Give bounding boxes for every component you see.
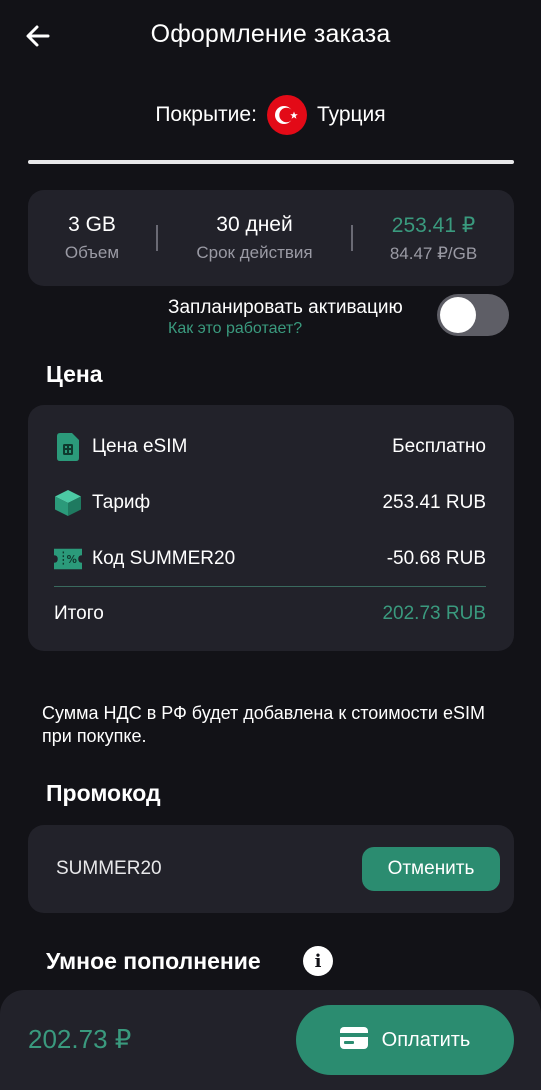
plan-volume-label: Объем bbox=[64, 243, 120, 262]
plan-price-value: 253.41 ₽ bbox=[391, 213, 476, 237]
header: Оформление заказа bbox=[0, 0, 541, 74]
schedule-activation-label: Запланировать активацию bbox=[168, 297, 403, 318]
plan-validity-value: 30 дней bbox=[216, 213, 293, 236]
page-title: Оформление заказа bbox=[150, 20, 391, 48]
price-card: Цена eSIM Бесплатно Тариф 253.41 RUB % К… bbox=[28, 405, 514, 651]
coverage-label: Покрытие: bbox=[155, 103, 257, 126]
price-row-label: Цена eSIM bbox=[92, 436, 188, 457]
price-row-value: -50.68 RUB bbox=[386, 548, 486, 569]
price-row-promo: % Код SUMMER20 -50.68 RUB bbox=[28, 539, 514, 579]
plan-summary-card: 3 GB Объем 30 дней Срок действия 253.41 … bbox=[28, 190, 514, 286]
coverage-row: Покрытие: Турция bbox=[0, 94, 541, 136]
price-row-label: Код SUMMER20 bbox=[92, 548, 236, 569]
smart-topup-title: Умное пополнение bbox=[46, 948, 261, 974]
price-section-title: Цена bbox=[46, 361, 103, 387]
coupon-icon: % bbox=[54, 545, 82, 573]
checkout-bar: 202.73 ₽ Оплатить bbox=[0, 990, 541, 1090]
price-row-esim: Цена eSIM Бесплатно bbox=[28, 427, 514, 467]
price-row-value: Бесплатно bbox=[392, 436, 486, 457]
plan-validity: 30 дней Срок действия bbox=[158, 213, 351, 263]
price-row-label: Тариф bbox=[92, 492, 151, 513]
plan-price-per-gb: 84.47 ₽/GB bbox=[389, 243, 478, 263]
credit-card-icon bbox=[339, 1026, 368, 1054]
pay-button[interactable]: Оплатить bbox=[296, 1005, 514, 1075]
turkey-flag-icon bbox=[266, 95, 307, 135]
cancel-promo-button[interactable]: Отменить bbox=[362, 847, 500, 891]
promo-card: SUMMER20 Отменить bbox=[28, 825, 514, 913]
sim-card-icon bbox=[54, 433, 82, 461]
price-row-total: Итого 202.73 RUB bbox=[28, 594, 514, 634]
divider bbox=[54, 586, 486, 587]
plan-price: 253.41 ₽ 84.47 ₽/GB bbox=[353, 213, 514, 264]
checkout-total: 202.73 ₽ bbox=[28, 1024, 132, 1054]
toggle-knob bbox=[440, 297, 476, 333]
pay-button-label: Оплатить bbox=[381, 1028, 471, 1051]
svg-text:%: % bbox=[67, 554, 77, 566]
promo-code-value: SUMMER20 bbox=[56, 858, 162, 879]
cube-icon bbox=[54, 489, 82, 517]
price-row-tariff: Тариф 253.41 RUB bbox=[28, 483, 514, 523]
how-it-works-link[interactable]: Как это работает? bbox=[168, 320, 302, 338]
plan-validity-label: Срок действия bbox=[196, 243, 313, 262]
schedule-activation-toggle[interactable] bbox=[437, 294, 509, 336]
plan-volume: 3 GB Объем bbox=[28, 213, 156, 263]
info-icon[interactable]: i bbox=[303, 946, 333, 976]
total-label: Итого bbox=[54, 603, 104, 624]
divider bbox=[28, 160, 514, 164]
vat-note: Сумма НДС в РФ будет добавлена к стоимос… bbox=[42, 703, 485, 746]
price-row-value: 253.41 RUB bbox=[382, 492, 486, 513]
total-value: 202.73 RUB bbox=[382, 603, 486, 624]
schedule-activation-row: Запланировать активацию Как это работает… bbox=[0, 294, 541, 344]
coverage-country: Турция bbox=[316, 103, 386, 126]
plan-volume-value: 3 GB bbox=[68, 213, 116, 236]
promo-section-title: Промокод bbox=[46, 780, 161, 806]
